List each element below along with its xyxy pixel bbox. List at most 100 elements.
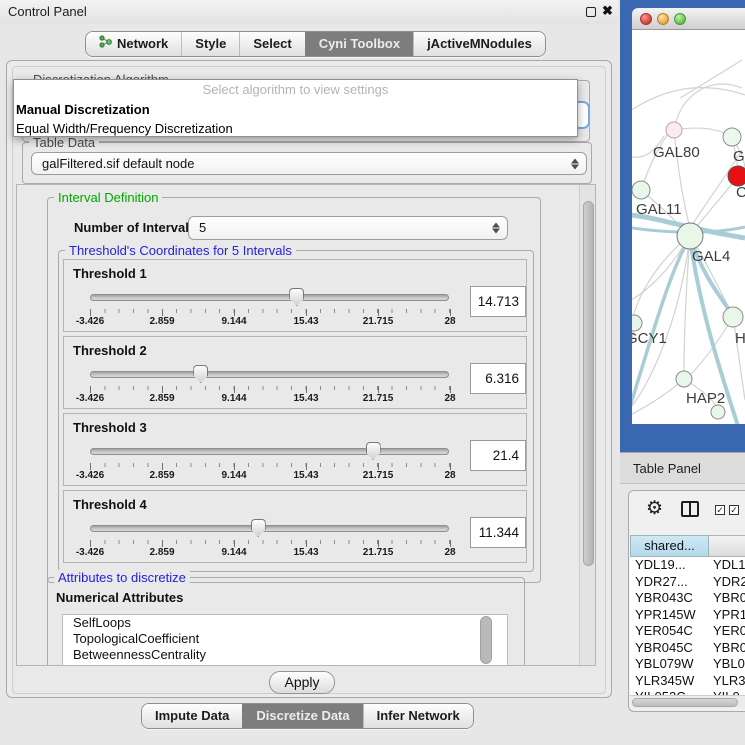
settings-scrollbar-track[interactable] [579, 185, 596, 665]
slider-thumb[interactable] [193, 365, 208, 383]
threshold-3-panel: Threshold 3 -3.426 2.859 9.144 15.43 21.… [63, 413, 527, 486]
gear-icon[interactable]: ⚙ [646, 497, 663, 520]
table-row[interactable]: YBL079WYBL0 [630, 656, 745, 673]
svg-text:GCY1: GCY1 [626, 330, 667, 347]
attributes-group: Attributes to discretize Numerical Attri… [47, 577, 525, 666]
tab-discretize-data[interactable]: Discretize Data [242, 704, 362, 728]
svg-text:C: C [736, 184, 745, 201]
network-node[interactable] [723, 128, 741, 146]
table-panel-titlebar: Table Panel [620, 452, 745, 484]
network-canvas[interactable]: GAL80 GAL11 GAL4 GCY1 HAP2 G C H [620, 0, 745, 452]
threshold-3-slider[interactable] [90, 441, 449, 461]
close-icon[interactable]: ✖ [602, 3, 613, 19]
network-node-selected[interactable] [728, 166, 745, 186]
network-node[interactable] [666, 122, 682, 138]
table-row[interactable]: YER054CYER0 [630, 623, 745, 640]
slider-ticks [90, 309, 450, 316]
svg-text:GAL4: GAL4 [692, 248, 730, 265]
settings-scroll-area: Interval Definition Number of Intervals … [16, 184, 596, 666]
slider-track[interactable] [90, 294, 449, 301]
number-of-intervals-combobox[interactable]: 5 [188, 216, 508, 240]
table-row[interactable]: YPR145WYPR1 [630, 607, 745, 624]
list-item[interactable]: TopologicalCoefficient [63, 631, 507, 647]
number-of-intervals-label: Number of Intervals [74, 220, 196, 235]
table-row[interactable]: YLR345WYLR3 [630, 673, 745, 690]
dropdown-item-manual-discretization[interactable]: Manual Discretization [14, 100, 577, 119]
network-node[interactable] [711, 405, 725, 419]
table-row[interactable]: YDL19...YDL1 [630, 557, 745, 574]
tab-cyni-toolbox[interactable]: Cyni Toolbox [305, 32, 413, 56]
network-node[interactable] [626, 315, 642, 331]
list-item[interactable]: BetweennessCentrality [63, 647, 507, 663]
table-row[interactable]: YDR27...YDR2 [630, 574, 745, 591]
split-columns-icon[interactable] [681, 501, 699, 517]
algorithm-dropdown-popup: Select algorithm to view settings Manual… [13, 79, 578, 137]
threshold-2-slider[interactable] [90, 364, 449, 384]
threshold-2-value-field[interactable] [470, 363, 526, 394]
tab-impute-data[interactable]: Impute Data [142, 704, 242, 728]
network-node[interactable] [632, 181, 650, 199]
tab-infer-network[interactable]: Infer Network [363, 704, 473, 728]
slider-thumb[interactable] [366, 442, 381, 460]
dropdown-prompt: Select algorithm to view settings [14, 80, 577, 100]
threshold-1-value-field[interactable] [470, 286, 526, 317]
combobox-value: 5 [199, 220, 206, 235]
svg-text:HAP2: HAP2 [686, 390, 725, 407]
tab-label: Discretize Data [256, 704, 349, 728]
slider-thumb[interactable] [251, 519, 266, 537]
network-node[interactable] [676, 371, 692, 387]
tab-select[interactable]: Select [239, 32, 304, 56]
dropdown-item-equal-width-frequency[interactable]: Equal Width/Frequency Discretization [14, 119, 577, 138]
threshold-1-slider[interactable] [90, 287, 449, 307]
slider-tick-labels: -3.426 2.859 9.144 15.43 21.715 28 [90, 470, 450, 482]
threshold-4-slider[interactable] [90, 518, 449, 538]
numerical-attributes-label: Numerical Attributes [56, 590, 183, 605]
slider-ticks [90, 386, 450, 393]
svg-text:GAL11: GAL11 [636, 201, 682, 218]
checkbox-checked-icon[interactable]: ✓ [729, 505, 739, 515]
tab-label: Style [195, 32, 226, 56]
float-window-icon[interactable] [586, 7, 596, 17]
network-node[interactable] [723, 307, 743, 327]
threshold-label: Threshold 4 [73, 497, 147, 512]
column-header-name[interactable]: n [709, 535, 745, 557]
slider-track[interactable] [90, 525, 449, 532]
settings-scrollbar-thumb[interactable] [583, 201, 594, 566]
slider-ticks [90, 463, 450, 470]
slider-track[interactable] [90, 371, 449, 378]
tab-network[interactable]: Network [86, 32, 181, 56]
threshold-3-value-field[interactable] [470, 440, 526, 471]
table-row[interactable]: YBR045CYBR0 [630, 640, 745, 657]
table-horizontal-scrollbar-thumb[interactable] [632, 698, 738, 707]
column-header-shared-name[interactable]: shared... [630, 535, 709, 557]
slider-tick-labels: -3.426 2.859 9.144 15.43 21.715 28 [90, 547, 450, 559]
table-horizontal-scrollbar[interactable] [630, 695, 745, 708]
control-panel-titlebar: Control Panel ✖ [0, 0, 618, 24]
tab-label: jActiveMNodules [427, 32, 532, 56]
threshold-label: Threshold 2 [73, 343, 147, 358]
tab-jactivemnodules[interactable]: jActiveMNodules [413, 32, 545, 56]
top-tab-bar: Network Style Select Cyni Toolbox jActiv… [85, 31, 546, 57]
tab-label: Select [253, 32, 291, 56]
tab-label: Cyni Toolbox [319, 32, 400, 56]
list-item[interactable]: SelfLoops [63, 615, 507, 631]
checkbox-checked-icon[interactable]: ✓ [715, 505, 725, 515]
tab-label: Impute Data [155, 704, 229, 728]
apply-button[interactable]: Apply [269, 671, 335, 694]
svg-text:H: H [735, 330, 745, 347]
tab-style[interactable]: Style [181, 32, 239, 56]
tab-label: Infer Network [377, 704, 460, 728]
table-data-combobox[interactable]: galFiltered.sif default node [31, 152, 587, 175]
network-node-gal4[interactable] [677, 223, 703, 249]
table-row[interactable]: YBR043CYBR0 [630, 590, 745, 607]
list-scrollbar[interactable] [480, 616, 492, 664]
slider-track[interactable] [90, 448, 449, 455]
chevron-up-down-icon [492, 223, 500, 234]
bottom-tab-bar: Impute Data Discretize Data Infer Networ… [141, 703, 474, 729]
network-view-window[interactable]: GAL80 GAL11 GAL4 GCY1 HAP2 G C H [620, 0, 745, 452]
threshold-4-value-field[interactable] [470, 517, 526, 548]
group-title: Threshold's Coordinates for 5 Intervals [65, 243, 296, 258]
slider-thumb[interactable] [289, 288, 304, 306]
threshold-2-panel: Threshold 2 -3.426 2.859 9.144 15.43 21.… [63, 336, 527, 409]
threshold-label: Threshold 3 [73, 420, 147, 435]
